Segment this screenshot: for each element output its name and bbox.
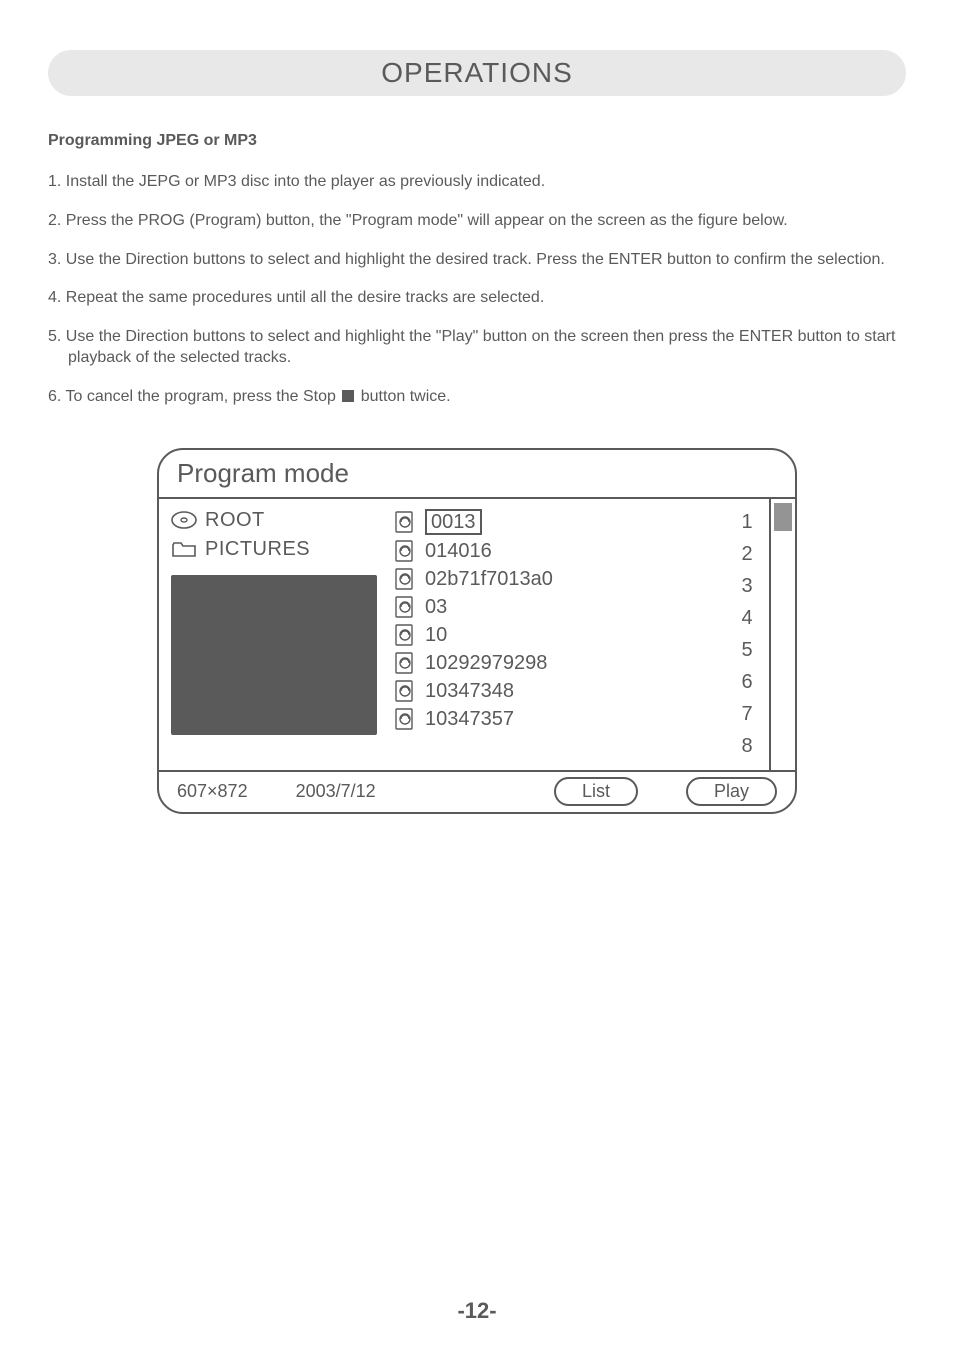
file-row[interactable]: 10347357 xyxy=(395,708,719,731)
index-number: 8 xyxy=(741,733,752,760)
scrollbar[interactable] xyxy=(769,499,795,770)
image-file-icon xyxy=(395,624,419,646)
index-number: 3 xyxy=(741,573,752,600)
file-name: 10347357 xyxy=(425,708,514,731)
file-row[interactable]: 10 xyxy=(395,624,719,647)
file-name: 10292979298 xyxy=(425,652,547,675)
file-row[interactable]: 10347348 xyxy=(395,680,719,703)
header-bar: OPERATIONS xyxy=(48,50,906,96)
panel-footer: 607×872 2003/7/12 List Play xyxy=(159,770,795,812)
file-row[interactable]: 03 xyxy=(395,596,719,619)
index-number: 2 xyxy=(741,541,752,568)
instruction-5: 5. Use the Direction buttons to select a… xyxy=(48,327,906,369)
instruction-6-suffix: button twice. xyxy=(356,388,450,405)
instruction-6: 6. To cancel the program, press the Stop… xyxy=(48,387,906,408)
file-name: 02b71f7013a0 xyxy=(425,568,553,591)
stop-icon xyxy=(342,390,354,402)
index-number: 5 xyxy=(741,637,752,664)
preview-thumbnail xyxy=(171,575,377,735)
file-row[interactable]: 014016 xyxy=(395,540,719,563)
image-file-icon xyxy=(395,680,419,702)
page-number: -12- xyxy=(0,1298,954,1324)
instruction-1: 1. Install the JEPG or MP3 disc into the… xyxy=(48,172,906,193)
section-title: Programming JPEG or MP3 xyxy=(48,132,906,150)
file-name: 0013 xyxy=(425,509,482,535)
instruction-2: 2. Press the PROG (Program) button, the … xyxy=(48,211,906,232)
image-dimensions: 607×872 xyxy=(177,781,248,802)
file-name: 10 xyxy=(425,624,447,647)
folder-tree: ROOT PICTURES xyxy=(159,499,389,770)
index-column: 1 2 3 4 5 6 7 8 xyxy=(725,499,769,770)
index-number: 4 xyxy=(741,605,752,632)
index-number: 7 xyxy=(741,701,752,728)
image-file-icon xyxy=(395,708,419,730)
instruction-list: 1. Install the JEPG or MP3 disc into the… xyxy=(48,172,906,408)
file-name: 10347348 xyxy=(425,680,514,703)
file-row[interactable]: 02b71f7013a0 xyxy=(395,568,719,591)
image-file-icon xyxy=(395,596,419,618)
disc-icon xyxy=(171,511,197,529)
image-file-icon xyxy=(395,540,419,562)
folder-icon xyxy=(171,540,197,558)
tree-folder-label: PICTURES xyxy=(205,538,310,561)
program-mode-panel: Program mode ROOT xyxy=(157,448,797,814)
panel-title: Program mode xyxy=(159,450,795,499)
index-number: 6 xyxy=(741,669,752,696)
file-name: 014016 xyxy=(425,540,492,563)
index-number: 1 xyxy=(741,509,752,536)
file-list: 0013 014016 02b71f7013a0 xyxy=(389,499,725,770)
tree-folder-pictures[interactable]: PICTURES xyxy=(171,538,377,561)
play-button[interactable]: Play xyxy=(686,777,777,806)
instruction-4: 4. Repeat the same procedures until all … xyxy=(48,288,906,309)
image-date: 2003/7/12 xyxy=(296,781,376,802)
instruction-6-prefix: 6. To cancel the program, press the Stop xyxy=(48,388,340,405)
file-name: 03 xyxy=(425,596,447,619)
scrollbar-thumb[interactable] xyxy=(774,503,792,531)
file-row[interactable]: 10292979298 xyxy=(395,652,719,675)
instruction-3: 3. Use the Direction buttons to select a… xyxy=(48,250,906,271)
page-title: OPERATIONS xyxy=(381,57,573,89)
image-file-icon xyxy=(395,568,419,590)
tree-root-label: ROOT xyxy=(205,509,265,532)
image-file-icon xyxy=(395,511,419,533)
file-row[interactable]: 0013 xyxy=(395,509,719,535)
list-button[interactable]: List xyxy=(554,777,638,806)
tree-root[interactable]: ROOT xyxy=(171,509,377,532)
image-file-icon xyxy=(395,652,419,674)
